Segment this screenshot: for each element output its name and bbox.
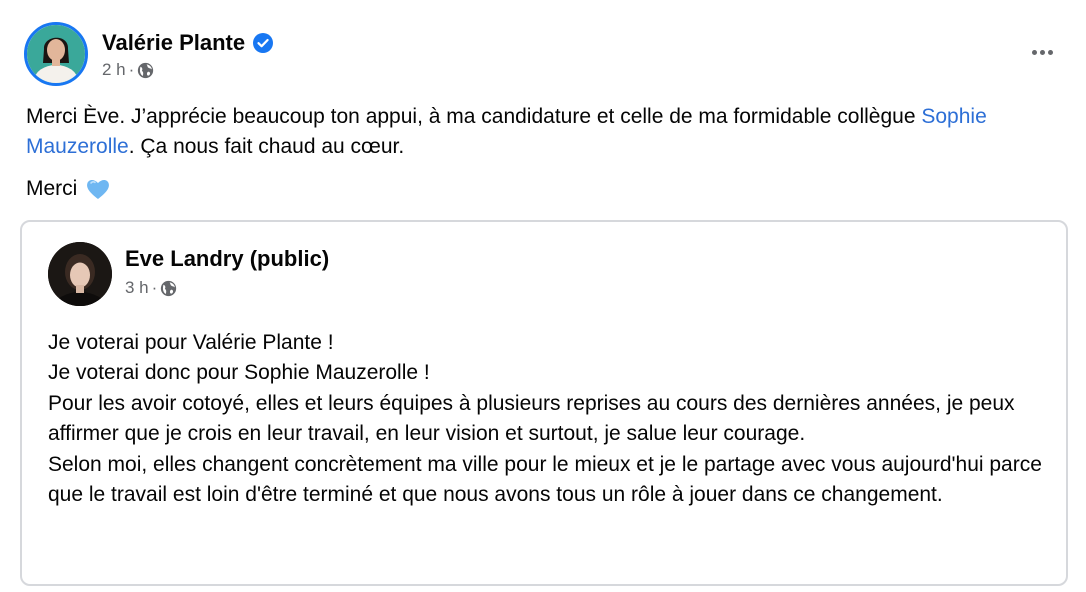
shared-post[interactable]: Eve Landry (public) 3 h · Je voterai pou… xyxy=(20,220,1068,586)
post-header: Valérie Plante 2 h · xyxy=(24,22,1064,88)
post-body: Merci Ève. J’apprécie beaucoup ton appui… xyxy=(26,102,1066,162)
shared-author-avatar[interactable] xyxy=(48,242,112,306)
author-avatar-image xyxy=(27,25,85,83)
post-text-part1: Merci Ève. J’apprécie beaucoup ton appui… xyxy=(26,105,922,128)
merci-text: Merci xyxy=(26,177,78,200)
more-dot xyxy=(1047,49,1053,55)
author-avatar[interactable] xyxy=(24,22,88,86)
globe-icon[interactable] xyxy=(160,280,177,297)
shared-post-line: Je voterai donc pour Sophie Mauzerolle ! xyxy=(48,361,430,385)
shared-post-line: Pour les avoir cotoyé, elles et leurs éq… xyxy=(48,391,1015,446)
more-dot xyxy=(1031,49,1037,55)
verified-badge-icon xyxy=(253,33,274,53)
globe-icon[interactable] xyxy=(137,62,154,79)
shared-post-meta: 3 h · xyxy=(125,278,177,298)
shared-author-name[interactable]: Eve Landry (public) xyxy=(125,246,329,272)
post-text-part2: . Ça nous fait chaud au cœur. xyxy=(128,135,405,158)
author-name-text[interactable]: Valérie Plante xyxy=(102,30,245,56)
meta-separator: · xyxy=(128,60,135,79)
shared-post-line: Je voterai pour Valérie Plante ! xyxy=(48,331,334,354)
author-name[interactable]: Valérie Plante xyxy=(102,30,274,56)
shared-author-avatar-image xyxy=(48,242,112,306)
post-message: Merci Ève. J’apprécie beaucoup ton appui… xyxy=(26,102,1066,162)
post-closing: Merci xyxy=(26,174,111,204)
blue-heart-icon xyxy=(85,176,111,202)
shared-post-timestamp[interactable]: 3 h xyxy=(125,278,149,298)
shared-post-line: Selon moi, elles changent concrètement m… xyxy=(48,452,1042,507)
post-timestamp[interactable]: 2 h xyxy=(102,60,126,80)
post-card: Valérie Plante 2 h · Merci Ève. J’appréc… xyxy=(4,4,1082,588)
more-options-icon[interactable] xyxy=(1024,34,1060,70)
post-meta: 2 h · xyxy=(102,60,154,80)
meta-separator: · xyxy=(151,278,158,297)
more-dot xyxy=(1039,49,1045,55)
shared-post-body: Je voterai pour Valérie Plante ! Je vote… xyxy=(48,328,1048,510)
